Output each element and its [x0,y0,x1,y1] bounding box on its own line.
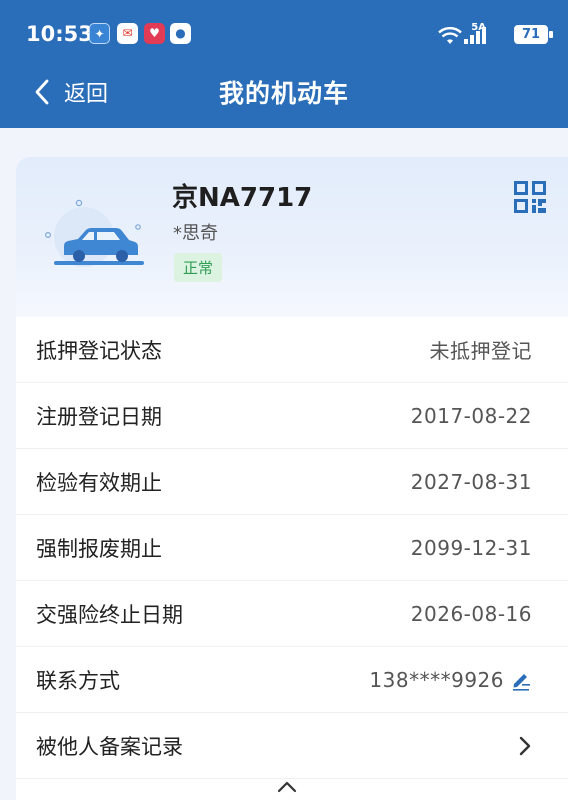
detail-row-contact[interactable]: 联系方式 138****9926 [16,647,568,713]
battery-cap [549,31,553,38]
vehicle-card: 京NA7717 *思奇 正常 抵押登记状态 未抵押登记 注册登记日期 2017-… [16,157,568,800]
shopping-app-icon: ♥ [144,23,165,44]
security-app-icon: ● [170,23,191,44]
wifi-icon [438,27,462,44]
detail-label: 交强险终止日期 [36,602,183,627]
detail-value: 2099-12-31 [410,535,532,560]
contact-value-wrap: 138****9926 [369,668,532,692]
status-time: 10:53 [26,22,93,46]
detail-row-inspection-valid-until: 检验有效期止 2027-08-31 [16,449,568,515]
detail-value: 未抵押登记 [429,339,532,363]
detail-value: 2026-08-16 [410,601,532,626]
detail-row-registration-date: 注册登记日期 2017-08-22 [16,383,568,449]
status-indicators: 5A 71 [414,22,554,46]
edit-icon[interactable] [510,669,532,691]
detail-label: 检验有效期止 [36,470,162,495]
license-plate: 京NA7717 [172,183,313,213]
battery-icon: 71 [514,25,548,44]
status-bar: 10:53 ✦ ✉ ♥ ● 5A 71 [0,0,568,66]
detail-label: 注册登记日期 [36,404,162,429]
mail-app-icon: ✉ [117,23,138,44]
detail-label: 强制报废期止 [36,536,162,561]
detail-label: 联系方式 [36,668,120,693]
lightbulb-app-icon: ✦ [89,23,110,44]
vehicle-details-list: 抵押登记状态 未抵押登记 注册登记日期 2017-08-22 检验有效期止 20… [16,317,568,779]
status-badge: 正常 [174,253,223,282]
vehicle-summary: 京NA7717 *思奇 正常 [16,157,568,317]
detail-row-scrap-deadline: 强制报废期止 2099-12-31 [16,515,568,581]
detail-label: 抵押登记状态 [36,338,162,363]
chevron-up-icon[interactable] [276,780,298,794]
app-header: 10:53 ✦ ✉ ♥ ● 5A 71 返回 我的机动车 [0,0,568,128]
detail-value: 2017-08-22 [410,403,532,428]
chevron-right-icon [519,736,531,755]
car-icon [45,199,144,267]
detail-row-insurance-end-date: 交强险终止日期 2026-08-16 [16,581,568,647]
page-title: 我的机动车 [218,79,349,108]
owner-name: *思奇 [173,223,218,244]
qr-code-icon[interactable] [514,181,546,213]
contact-phone: 138****9926 [369,667,504,692]
detail-value: 2027-08-31 [410,469,532,494]
detail-row-mortgage-status: 抵押登记状态 未抵押登记 [16,317,568,383]
signal-icon [464,27,486,44]
detail-row-filing-records[interactable]: 被他人备案记录 [16,713,568,779]
detail-label: 被他人备案记录 [36,734,183,759]
